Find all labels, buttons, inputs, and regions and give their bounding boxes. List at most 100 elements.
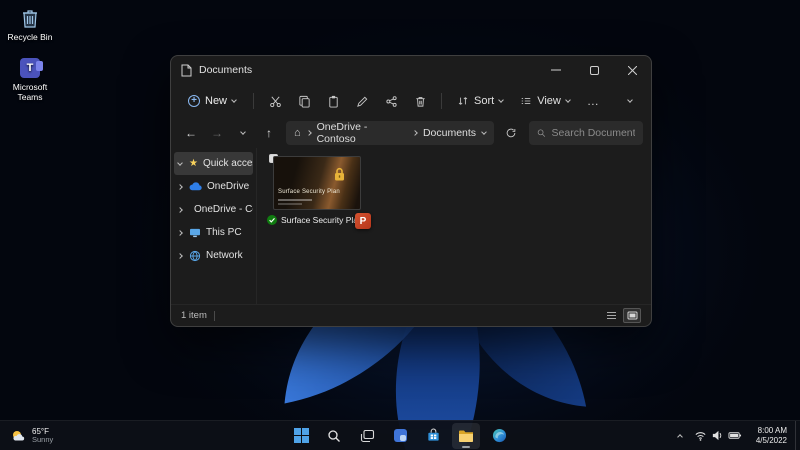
- sidebar-item-label: OneDrive: [207, 181, 249, 192]
- quick-access-icon: ★: [189, 158, 198, 169]
- delete-icon: [414, 95, 427, 108]
- thumbnail-text-line: [278, 203, 302, 205]
- search-icon: [327, 429, 341, 443]
- expand-chevron-icon[interactable]: [177, 160, 183, 166]
- sidebar-item-label: Network: [206, 250, 243, 261]
- sort-button-label: Sort: [474, 95, 494, 107]
- breadcrumb-documents[interactable]: Documents: [423, 127, 476, 139]
- view-button-label: View: [537, 95, 561, 107]
- refresh-icon: [505, 127, 517, 139]
- view-button[interactable]: View: [513, 91, 577, 111]
- copy-button[interactable]: [291, 88, 317, 114]
- large-icons-view-button[interactable]: [623, 308, 641, 323]
- rename-button[interactable]: [349, 88, 375, 114]
- sidebar-item-network[interactable]: Network: [174, 244, 253, 267]
- delete-button[interactable]: [407, 88, 433, 114]
- breadcrumb-onedrive-contoso[interactable]: OneDrive - Contoso: [317, 121, 407, 145]
- statusbar-divider: [214, 311, 215, 321]
- cut-button[interactable]: [262, 88, 288, 114]
- sidebar-item-this-pc[interactable]: This PC: [174, 221, 253, 244]
- edge-button[interactable]: [485, 423, 513, 449]
- sidebar-item-quick-access[interactable]: ★ Quick access: [174, 152, 253, 175]
- microsoft-store-icon: [426, 428, 441, 443]
- task-view-button[interactable]: [353, 423, 381, 449]
- sidebar-item-onedrive-contoso[interactable]: OneDrive - Contoso: [174, 198, 253, 221]
- task-view-icon: [360, 429, 375, 443]
- paste-button[interactable]: [320, 88, 346, 114]
- expand-chevron-icon[interactable]: [177, 253, 183, 259]
- powerpoint-badge-icon: P: [355, 213, 371, 229]
- taskbar-clock[interactable]: 8:00 AM 4/5/2022: [748, 426, 795, 445]
- expand-chevron-icon[interactable]: [177, 207, 183, 213]
- refresh-button[interactable]: [499, 121, 523, 145]
- document-icon: [181, 64, 192, 77]
- paste-icon: [327, 95, 340, 108]
- window-title: Documents: [199, 64, 252, 76]
- network-volume-battery-button[interactable]: [688, 421, 748, 450]
- new-button[interactable]: + New: [179, 91, 245, 111]
- sort-button[interactable]: Sort: [450, 91, 510, 111]
- windows-logo-icon: [294, 428, 309, 443]
- maximize-button[interactable]: [575, 56, 613, 84]
- chevron-down-icon: [565, 97, 571, 103]
- address-dropdown-icon[interactable]: [481, 129, 487, 135]
- search-icon: [537, 128, 546, 138]
- recycle-bin-icon: [2, 6, 58, 30]
- widgets-icon: [393, 428, 408, 443]
- expand-chevron-icon[interactable]: [177, 230, 183, 236]
- back-button[interactable]: ←: [179, 121, 203, 145]
- chevron-right-icon: [412, 130, 418, 136]
- clock-time: 8:00 AM: [758, 426, 787, 436]
- desktop-icon-microsoft-teams[interactable]: T Microsoft Teams: [2, 56, 58, 102]
- up-icon: ↑: [266, 126, 272, 140]
- minimize-icon: [551, 65, 561, 75]
- search-input[interactable]: [552, 127, 635, 139]
- recent-locations-button[interactable]: [231, 121, 255, 145]
- maximize-icon: [590, 66, 599, 75]
- explorer-main: ★ Quick access OneDrive OneDrive - Conto…: [171, 148, 651, 304]
- toolbar-divider: [441, 93, 442, 109]
- forward-button[interactable]: →: [205, 121, 229, 145]
- sort-icon: [457, 95, 469, 107]
- thumbnail-title-text: Surface Security Plan: [278, 189, 340, 195]
- start-button[interactable]: [287, 423, 315, 449]
- hidden-icons-button[interactable]: [672, 421, 688, 450]
- details-view-button[interactable]: [602, 308, 620, 323]
- title-bar[interactable]: Documents: [171, 56, 651, 84]
- plus-icon: +: [188, 95, 200, 107]
- forward-icon: →: [211, 126, 223, 140]
- close-button[interactable]: [613, 56, 651, 84]
- synced-status-icon: [267, 215, 277, 225]
- sidebar-item-label: OneDrive - Contoso: [194, 204, 253, 215]
- search-box[interactable]: [529, 121, 643, 145]
- chevron-down-icon: [240, 129, 246, 135]
- taskbar-search-button[interactable]: [320, 423, 348, 449]
- breadcrumb[interactable]: ⌂ OneDrive - Contoso Documents: [286, 121, 494, 145]
- taskbar-center-icons: [287, 421, 513, 450]
- weather-widget[interactable]: 65°F Sunny: [0, 421, 63, 450]
- expand-chevron-icon[interactable]: [177, 184, 183, 190]
- command-bar-expand-button[interactable]: [617, 88, 643, 114]
- minimize-button[interactable]: [537, 56, 575, 84]
- up-button[interactable]: ↑: [257, 121, 281, 145]
- show-desktop-button[interactable]: [795, 421, 800, 450]
- desktop-icon-recycle-bin[interactable]: Recycle Bin: [2, 6, 58, 42]
- status-bar: 1 item: [171, 304, 651, 326]
- network-icon: [189, 250, 201, 262]
- clock-date: 4/5/2022: [756, 436, 787, 446]
- file-explorer-button[interactable]: [452, 423, 480, 449]
- teams-icon: T: [2, 56, 58, 80]
- widgets-button[interactable]: [386, 423, 414, 449]
- chevron-down-icon: [231, 97, 237, 103]
- sunny-weather-icon: [10, 428, 26, 444]
- file-list[interactable]: Surface Security Plan P: [257, 148, 651, 304]
- file-explorer-icon: [458, 429, 474, 443]
- command-bar: + New: [171, 84, 651, 118]
- close-icon: [628, 66, 637, 75]
- desktop-icon-label: Microsoft Teams: [2, 82, 58, 102]
- microsoft-store-button[interactable]: [419, 423, 447, 449]
- share-button[interactable]: [378, 88, 404, 114]
- more-options-button[interactable]: …: [580, 88, 606, 114]
- sidebar-item-onedrive[interactable]: OneDrive: [174, 175, 253, 198]
- file-tile-surface-security-plans[interactable]: Surface Security Plan P: [267, 156, 367, 225]
